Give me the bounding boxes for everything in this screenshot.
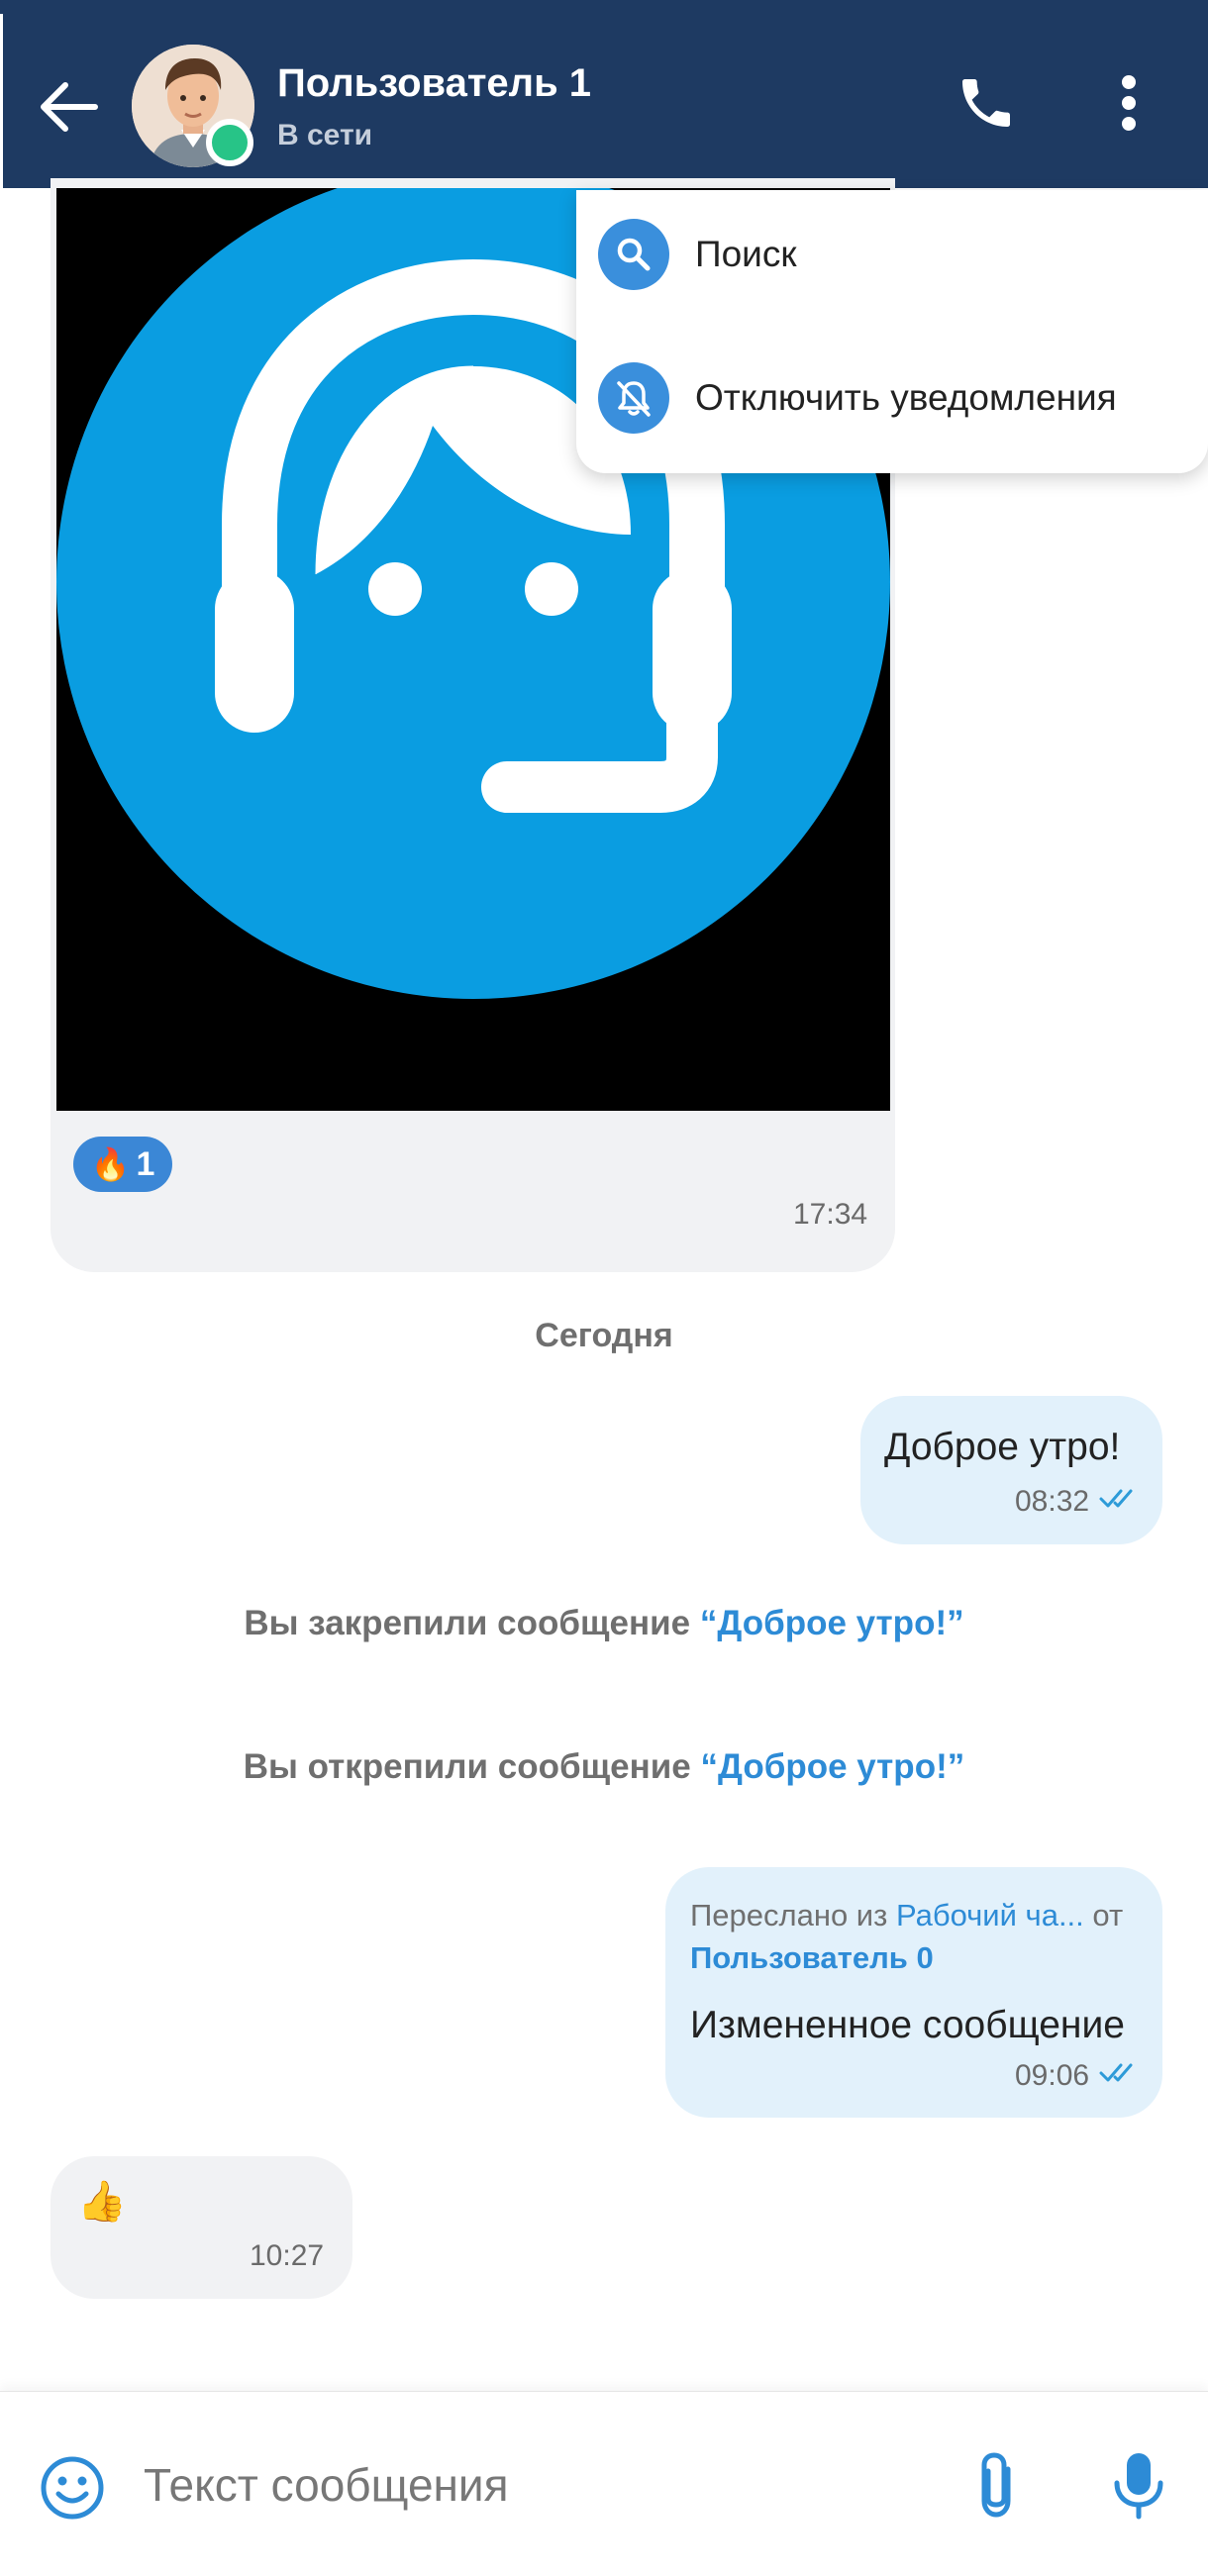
read-check-icon [1099,1489,1133,1508]
contact-name[interactable]: Пользователь 1 [277,61,591,106]
more-vertical-icon [1122,75,1136,131]
forwarded-prefix: Переслано из [690,1898,896,1932]
options-menu: Поиск Отключить уведомления [576,190,1208,473]
message-input[interactable] [144,2445,936,2525]
forwarded-user-link[interactable]: Пользователь 0 [690,1940,934,1976]
read-check-icon [1099,2063,1133,2082]
day-divider: Сегодня [535,1317,673,1354]
microphone-button[interactable] [1109,2447,1168,2523]
back-arrow-icon [41,82,98,132]
message-text: Доброе утро! [884,1426,1121,1468]
search-icon [617,238,651,271]
forwarded-header: Переслано из Рабочий ча... от [690,1898,1123,1933]
unpinned-system-message: Вы открепили сообщение “Доброе утро!” [0,1747,1208,1787]
thumbs-up-emoji: 👍 [77,2180,127,2224]
pinned-quote-link[interactable]: “Доброе утро!” [700,1604,964,1642]
menu-item-label: Поиск [695,234,797,274]
microphone-icon [1114,2453,1163,2520]
menu-icon-badge [598,362,669,434]
emoji-icon [41,2456,104,2520]
contact-status: В сети [277,119,373,151]
forwarded-from: от [1083,1898,1124,1932]
forwarded-chat-link[interactable]: Рабочий ча... [896,1898,1084,1932]
message-time: 10:27 [250,2239,325,2272]
chat-header: Пользователь 1 В сети [3,0,1208,188]
emoji-button[interactable] [38,2453,107,2523]
bell-off-icon [617,381,651,417]
menu-item-label: Отключить уведомления [695,377,1117,418]
outgoing-message-bubble[interactable] [860,1396,1162,1544]
reaction-chip[interactable]: 🔥 1 [73,1137,172,1192]
message-text: Измененное сообщение [690,2004,1125,2046]
unpinned-prefix: Вы открепили сообщение [243,1747,701,1786]
phone-icon [962,79,1010,127]
message-time: 17:34 [793,1198,868,1231]
reaction-count: 1 [136,1144,155,1183]
attach-button[interactable] [970,2447,1026,2523]
fire-emoji: 🔥 [90,1146,131,1182]
menu-item-mute-notifications[interactable]: Отключить уведомления [576,334,1208,462]
message-time: 09:06 [1015,2059,1090,2092]
back-button[interactable] [28,67,107,147]
menu-item-search[interactable]: Поиск [576,190,1208,319]
online-status-dot [206,119,253,166]
call-button[interactable] [949,65,1024,141]
unpinned-quote-link[interactable]: “Доброе утро!” [700,1747,964,1786]
menu-icon-badge [598,219,669,290]
message-time: 08:32 [1015,1485,1090,1518]
pinned-system-message: Вы закрепили сообщение “Доброе утро!” [0,1604,1208,1643]
paperclip-icon [981,2452,1011,2518]
pinned-prefix: Вы закрепили сообщение [244,1604,700,1642]
more-options-button[interactable] [1099,65,1158,141]
